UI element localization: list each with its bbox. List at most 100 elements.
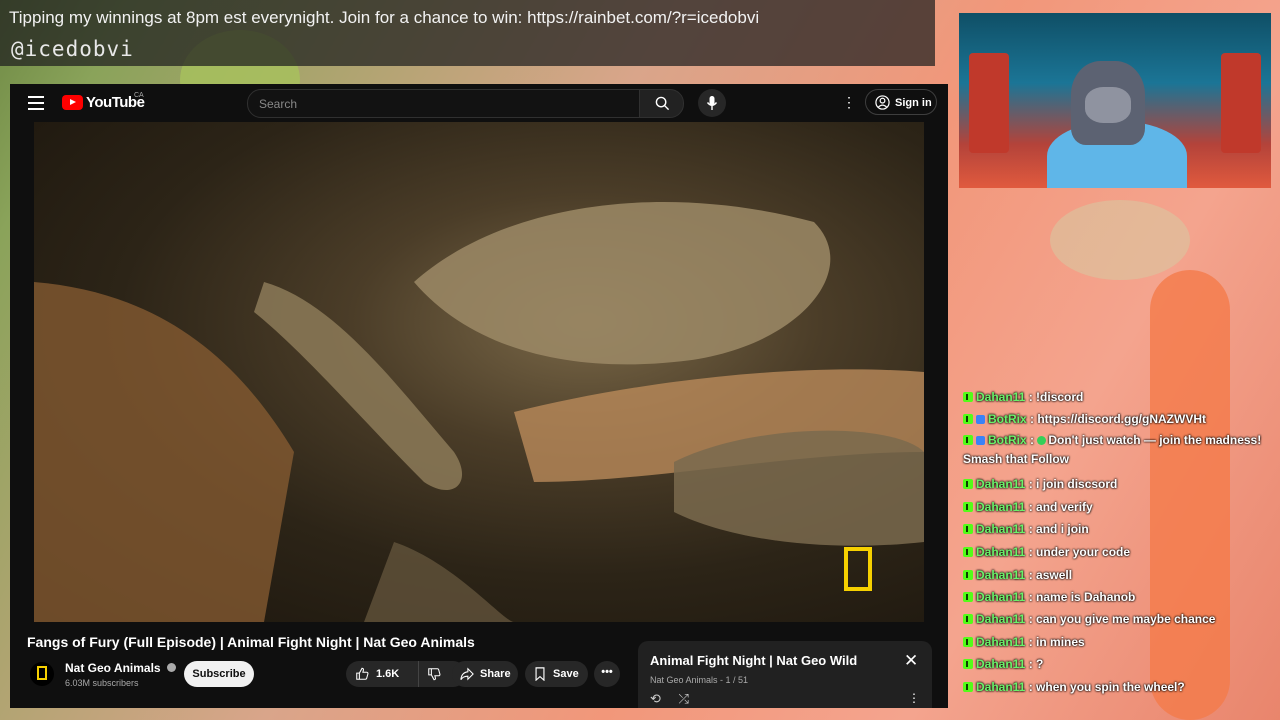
more-horiz-icon[interactable]: •••: [594, 661, 620, 687]
share-label: Share: [480, 668, 511, 680]
chat-message-text: : i join discsord: [1028, 477, 1118, 491]
sign-in-label: Sign in: [895, 97, 932, 109]
chat-message: Dahan11 : i join discsord: [963, 473, 1278, 495]
chat-username[interactable]: Dahan11: [976, 477, 1025, 491]
kick-badge-icon: [963, 392, 973, 402]
like-count: 1.6K: [376, 668, 400, 680]
chat-message-text: : https://discord.gg/gNAZWVHt: [1030, 412, 1206, 426]
speaker-lights: [969, 53, 1009, 153]
kick-badge-icon: [963, 637, 973, 647]
youtube-window: YouTube CA Search ⋮ Sign in Fangs of Fur…: [10, 84, 948, 708]
chat-username[interactable]: Dahan11: [976, 590, 1025, 604]
more-vert-icon[interactable]: ⋮: [842, 94, 856, 111]
search-placeholder: Search: [259, 97, 298, 111]
chat-message-text: : name is Dahanob: [1028, 590, 1136, 604]
speaker-lights: [1221, 53, 1261, 153]
natgeo-logo-small: [37, 666, 47, 680]
natgeo-logo: [844, 547, 872, 591]
region-label: CA: [134, 92, 144, 99]
chat-message: Dahan11 : when you spin the wheel?: [963, 676, 1278, 698]
like-button[interactable]: 1.6K: [346, 661, 414, 687]
banner-promo-text: Tipping my winnings at 8pm est everynigh…: [9, 8, 760, 27]
kick-badge-icon: [963, 570, 973, 580]
playlist-controls: ⟲ ⤮: [650, 691, 689, 707]
kick-badge-icon: [963, 547, 973, 557]
kick-badge-icon: [963, 524, 973, 534]
chat-username[interactable]: Dahan11: [976, 568, 1025, 582]
youtube-play-icon: [62, 95, 83, 110]
banner-handle: @icedobvi: [11, 37, 134, 61]
channel-avatar[interactable]: [30, 662, 54, 686]
verified-icon: [166, 663, 176, 672]
chat-message-text: : when you spin the wheel?: [1028, 680, 1185, 694]
search-icon: [655, 96, 670, 111]
more-vert-icon[interactable]: ⋮: [908, 691, 920, 705]
dislike-button[interactable]: [418, 661, 453, 687]
chat-message: Dahan11 : can you give me maybe chance: [963, 608, 1278, 630]
chat-message: Dahan11 : in mines: [963, 631, 1278, 653]
chat-panel: Dahan11 : !discord BotRix : https://disco…: [958, 388, 1280, 720]
thumb-down-icon: [428, 668, 441, 681]
chat-username[interactable]: Dahan11: [976, 657, 1025, 671]
chat-username[interactable]: Dahan11: [976, 500, 1025, 514]
kick-badge-icon: [963, 592, 973, 602]
chat-message-text: : ?: [1028, 657, 1044, 671]
chat-message-text: : aswell: [1028, 568, 1073, 582]
save-label: Save: [553, 668, 579, 680]
kick-badge-icon: [963, 614, 973, 624]
chat-username[interactable]: BotRix: [988, 433, 1027, 447]
youtube-logo[interactable]: YouTube CA: [62, 92, 145, 111]
channel-name[interactable]: Nat Geo Animals: [65, 661, 176, 675]
search-button[interactable]: [639, 89, 684, 118]
webcam-overlay: [959, 13, 1271, 188]
subscribe-button[interactable]: Subscribe: [184, 661, 254, 687]
kick-badge-icon: [963, 479, 973, 489]
bot-badge-icon: [976, 436, 985, 445]
shuffle-icon[interactable]: ⤮: [679, 691, 689, 706]
channel-name-label: Nat Geo Animals: [65, 661, 161, 675]
sign-in-button[interactable]: Sign in: [865, 89, 937, 115]
chat-username[interactable]: Dahan11: [976, 545, 1025, 559]
chat-username[interactable]: Dahan11: [976, 635, 1025, 649]
video-player[interactable]: [34, 122, 924, 622]
chat-username[interactable]: BotRix: [988, 412, 1027, 426]
share-icon: [460, 667, 474, 681]
chat-message-text: : and i join: [1028, 522, 1089, 536]
playlist-title[interactable]: Animal Fight Night | Nat Geo Wild: [650, 653, 857, 668]
thumb-up-icon: [356, 667, 369, 680]
menu-icon[interactable]: [28, 96, 44, 114]
playlist-subtitle: Nat Geo Animals - 1 / 51: [650, 675, 749, 685]
chat-message-text: : can you give me maybe chance: [1028, 612, 1216, 626]
chat-username[interactable]: Dahan11: [976, 390, 1025, 404]
chat-message-text: : and verify: [1028, 500, 1093, 514]
loop-icon[interactable]: ⟲: [650, 691, 661, 706]
close-icon[interactable]: ✕: [904, 651, 918, 671]
kick-badge-icon: [963, 435, 973, 445]
chat-message-text: : under your code: [1028, 545, 1131, 559]
kick-badge-icon: [963, 502, 973, 512]
kick-badge-icon: [963, 682, 973, 692]
search-input[interactable]: Search: [247, 89, 641, 118]
video-frame-snakes: [34, 202, 924, 622]
like-dislike-group: 1.6K: [346, 661, 466, 687]
share-button[interactable]: Share: [452, 661, 518, 687]
chat-message: BotRix : Don't just watch — join the mad…: [963, 433, 1262, 466]
background-blob: [1050, 200, 1190, 280]
chat-message: Dahan11 : under your code: [963, 541, 1278, 563]
chat-username[interactable]: Dahan11: [976, 522, 1025, 536]
chat-username[interactable]: Dahan11: [976, 612, 1025, 626]
chat-username[interactable]: Dahan11: [976, 680, 1025, 694]
voice-search-button[interactable]: [698, 89, 726, 117]
mic-icon: [706, 96, 718, 110]
save-icon: [535, 667, 545, 681]
account-icon: [875, 95, 890, 110]
chat-message: Dahan11 : aswell: [963, 564, 1278, 586]
avatar-face: [1085, 87, 1131, 123]
playlist-panel: Animal Fight Night | Nat Geo Wild Nat Ge…: [638, 641, 932, 708]
youtube-header: YouTube CA Search ⋮ Sign in: [10, 84, 948, 122]
chat-message: Dahan11 : ?: [963, 653, 1278, 675]
chat-message: Dahan11 : !discord: [963, 388, 1278, 408]
save-button[interactable]: Save: [525, 661, 588, 687]
kick-badge-icon: [963, 659, 973, 669]
video-title: Fangs of Fury (Full Episode) | Animal Fi…: [27, 634, 475, 650]
